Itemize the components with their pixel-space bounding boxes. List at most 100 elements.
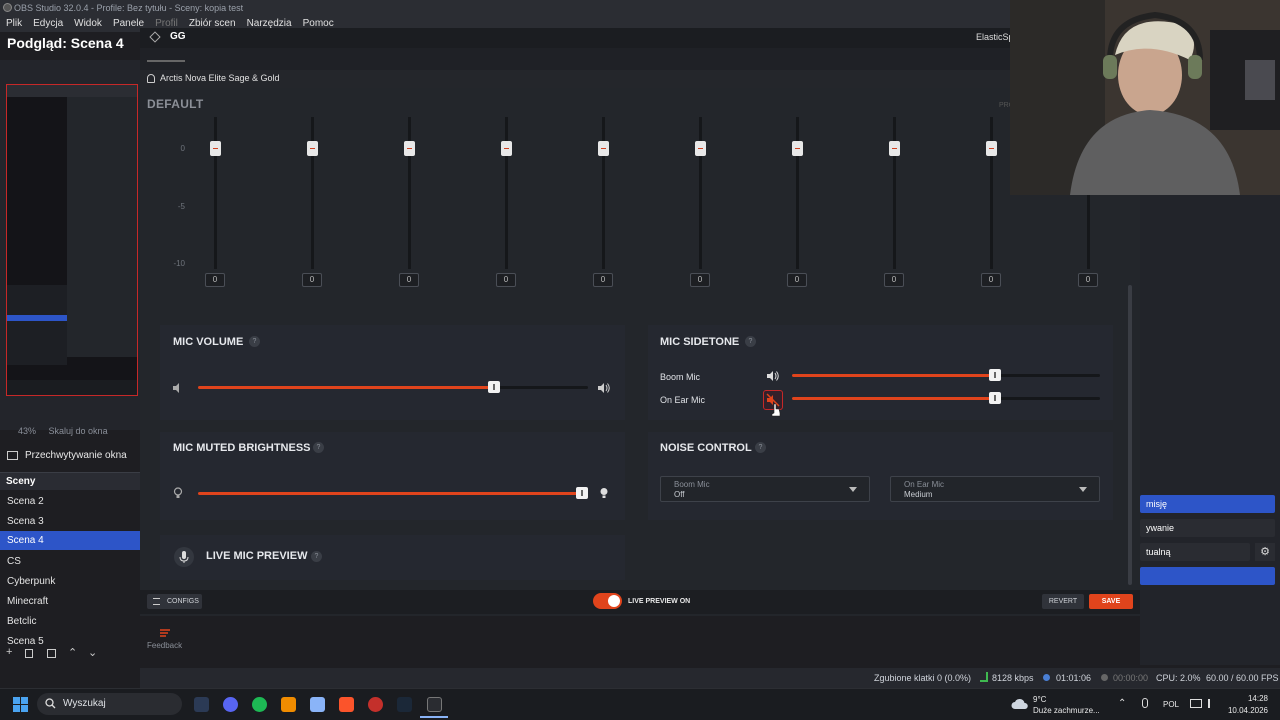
speaker-high-icon <box>598 383 610 393</box>
mic-preview-button[interactable] <box>174 547 194 567</box>
eq-band-track[interactable] <box>796 117 799 269</box>
settings-icon[interactable] <box>310 697 325 712</box>
sidetone-ear-thumb[interactable] <box>989 392 1001 404</box>
windows-start-icon[interactable] <box>13 697 28 712</box>
app-icon-7[interactable] <box>368 697 383 712</box>
taskbar-search[interactable]: Wyszukaj <box>37 693 182 715</box>
app-icon-4[interactable] <box>281 697 296 712</box>
noise-boom-label: Boom Mic <box>674 480 710 489</box>
eq-band-thumb[interactable] <box>986 141 997 156</box>
eq-band-value[interactable]: 0 <box>399 273 419 287</box>
live-mic-preview-help-icon[interactable]: ? <box>311 551 322 562</box>
app-icon-1[interactable] <box>194 697 209 712</box>
mic-muted-brightness-help-icon[interactable]: ? <box>313 442 324 453</box>
configs-button[interactable]: CONFIGS <box>147 594 202 609</box>
mic-sidetone-help-icon[interactable]: ? <box>745 336 756 347</box>
scale-label[interactable]: Skaluj do okna <box>49 426 108 436</box>
studio-mode-button[interactable] <box>1140 567 1275 585</box>
noise-boom-dropdown[interactable]: Boom Mic Off <box>660 476 870 502</box>
stream-time: 01:01:06 <box>1056 673 1092 683</box>
add-scene-icon[interactable]: + <box>6 646 12 658</box>
menu-plik[interactable]: Plik <box>6 16 22 32</box>
scene-item[interactable]: Scena 3 <box>0 512 140 531</box>
brightness-fill <box>198 492 582 495</box>
network-icon[interactable] <box>1190 699 1202 708</box>
scene-item[interactable]: Minecraft <box>0 592 140 611</box>
cpu-usage: CPU: 2.0% <box>1156 673 1201 683</box>
virtual-camera-button[interactable]: tualną <box>1140 543 1250 561</box>
microphone-tray-icon[interactable] <box>1142 698 1148 708</box>
mic-volume-thumb[interactable] <box>488 381 500 393</box>
sidetone-boom-mute-button[interactable] <box>763 367 783 385</box>
eq-band-track[interactable] <box>311 117 314 269</box>
eq-band-thumb[interactable] <box>695 141 706 156</box>
scene-item-active[interactable]: Scena 4 <box>0 531 140 550</box>
eq-band-value[interactable]: 0 <box>302 273 322 287</box>
steam-icon[interactable] <box>397 697 412 712</box>
eq-band-thumb[interactable] <box>598 141 609 156</box>
scene-item[interactable]: Betclic <box>0 612 140 631</box>
clock-time[interactable]: 14:28 <box>1230 694 1268 703</box>
live-preview-toggle[interactable] <box>593 593 622 609</box>
discord-icon[interactable] <box>223 697 238 712</box>
eq-band-track[interactable] <box>505 117 508 269</box>
tray-chevron-icon[interactable]: ⌃ <box>1118 698 1126 709</box>
eq-band-thumb[interactable] <box>210 141 221 156</box>
brightness-thumb[interactable] <box>576 487 588 499</box>
eq-band-track[interactable] <box>602 117 605 269</box>
scene-item[interactable]: Cyberpunk <box>0 572 140 591</box>
delete-scene-icon[interactable] <box>25 649 33 658</box>
device-name: Arctis Nova Elite Sage & Gold <box>160 73 280 83</box>
feedback-button[interactable]: Feedback <box>147 628 182 650</box>
scenes-header: Sceny <box>0 472 140 490</box>
gg-scrollbar[interactable] <box>1128 285 1132 585</box>
feedback-label: Feedback <box>147 641 183 650</box>
eq-band-value[interactable]: 0 <box>496 273 516 287</box>
eq-band-track[interactable] <box>699 117 702 269</box>
sidetone-boom-thumb[interactable] <box>989 369 1001 381</box>
eq-band-value[interactable]: 0 <box>981 273 1001 287</box>
virtual-camera-settings-icon[interactable]: ⚙ <box>1255 543 1275 561</box>
menu-edycja[interactable]: Edycja <box>33 16 63 32</box>
volume-icon[interactable] <box>1208 699 1218 708</box>
noise-control-help-icon[interactable]: ? <box>755 442 766 453</box>
bulb-dim-icon <box>173 487 183 498</box>
eq-band-value[interactable]: 0 <box>787 273 807 287</box>
start-recording-button[interactable]: ywanie <box>1140 519 1275 537</box>
filter-scene-icon[interactable] <box>47 649 56 658</box>
eq-band-track[interactable] <box>214 117 217 269</box>
save-button[interactable]: SAVE <box>1089 594 1133 609</box>
menu-widok[interactable]: Widok <box>74 16 102 32</box>
eq-band-track[interactable] <box>990 117 993 269</box>
revert-button[interactable]: REVERT <box>1042 594 1084 609</box>
eq-band-thumb[interactable] <box>404 141 415 156</box>
eq-band-track[interactable] <box>893 117 896 269</box>
steelseries-gg-icon[interactable] <box>427 697 442 712</box>
eq-band-value[interactable]: 0 <box>1078 273 1098 287</box>
start-streaming-button[interactable]: misję <box>1140 495 1275 513</box>
eq-band-thumb[interactable] <box>889 141 900 156</box>
spotify-icon[interactable] <box>252 697 267 712</box>
move-up-icon[interactable]: ⌃ <box>68 646 77 659</box>
language-indicator[interactable]: POL <box>1163 700 1179 709</box>
scene-item[interactable]: Scena 2 <box>0 492 140 511</box>
scene-item[interactable]: Scena 5 <box>0 632 140 644</box>
eq-band-value[interactable]: 0 <box>884 273 904 287</box>
eq-band-thumb[interactable] <box>307 141 318 156</box>
source-row[interactable]: Przechwytywanie okna <box>0 444 140 466</box>
eq-band-value[interactable]: 0 <box>690 273 710 287</box>
brave-icon[interactable] <box>339 697 354 712</box>
microphone-icon <box>179 551 189 563</box>
clock-date[interactable]: 10.04.2026 <box>1222 706 1268 715</box>
preview-thumbnail[interactable] <box>6 84 138 396</box>
eq-band-value[interactable]: 0 <box>593 273 613 287</box>
eq-band-track[interactable] <box>408 117 411 269</box>
eq-band-value[interactable]: 0 <box>205 273 225 287</box>
eq-band-thumb[interactable] <box>501 141 512 156</box>
eq-axis-label: 0 <box>180 144 185 153</box>
mic-volume-help-icon[interactable]: ? <box>249 336 260 347</box>
eq-band-thumb[interactable] <box>792 141 803 156</box>
noise-ear-dropdown[interactable]: On Ear Mic Medium <box>890 476 1100 502</box>
scene-item[interactable]: CS <box>0 552 140 571</box>
move-down-icon[interactable]: ⌄ <box>88 646 97 659</box>
